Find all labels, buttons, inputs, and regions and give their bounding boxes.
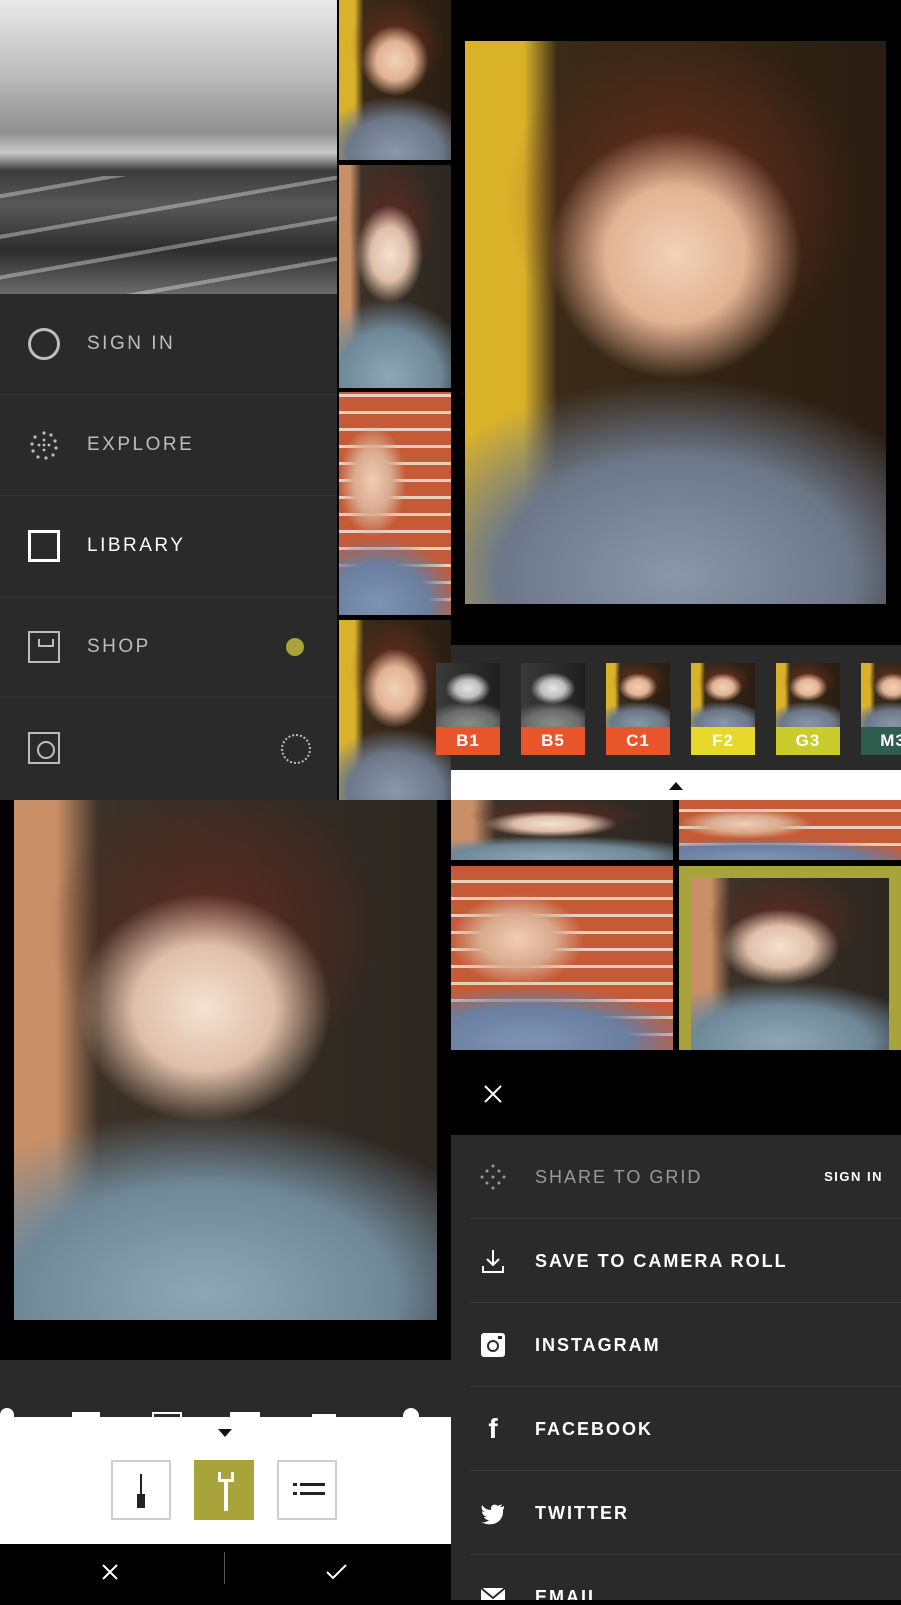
shop-icon (28, 631, 60, 663)
tool-hint-icon (403, 1408, 419, 1417)
filter-b1[interactable]: B1 (436, 663, 500, 755)
editor-photo (14, 800, 437, 1320)
filter-c1[interactable]: C1 (606, 663, 670, 755)
tool-hint-icon (0, 1408, 14, 1417)
cancel-button[interactable] (80, 1544, 140, 1600)
shop-notification-dot (286, 638, 304, 656)
menu-item-camera[interactable] (0, 698, 337, 798)
library-thumbnail[interactable] (339, 165, 451, 388)
grid-thumbnail[interactable] (679, 800, 901, 860)
library-thumbnail[interactable] (339, 620, 451, 800)
explore-dots-icon (28, 429, 60, 461)
filter-thumbnail (521, 663, 585, 727)
filter-code: B1 (436, 727, 500, 755)
filter-m3[interactable]: M3 (861, 663, 901, 755)
loading-ring-icon (281, 734, 311, 764)
grid-thumbnail[interactable] (451, 866, 673, 1050)
side-menu: SIGN IN EXPLORE LIBRARY SHOP (0, 294, 337, 800)
library-thumbnail[interactable] (339, 392, 451, 615)
twitter-icon (479, 1499, 507, 1527)
menu-header-photo (0, 0, 337, 294)
grid-thumbnail (691, 878, 889, 1050)
brush-tool-button[interactable] (111, 1460, 171, 1520)
facebook-row[interactable]: f FACEBOOK (451, 1387, 901, 1471)
filter-b5[interactable]: B5 (521, 663, 585, 755)
share-label: SAVE TO CAMERA ROLL (535, 1251, 788, 1271)
preview-photo (465, 41, 886, 604)
square-icon (28, 530, 60, 562)
grid-thumbnail[interactable] (451, 800, 673, 860)
filter-thumbnail (776, 663, 840, 727)
filter-code: M3 (861, 727, 901, 755)
share-label: EMAIL (535, 1587, 601, 1600)
twitter-row[interactable]: TWITTER (451, 1471, 901, 1555)
sign-in-link[interactable]: SIGN IN (824, 1135, 883, 1219)
filter-thumbnail (691, 663, 755, 727)
editor-action-bar (0, 1544, 451, 1600)
circle-icon (28, 328, 60, 360)
save-to-camera-roll-row[interactable]: SAVE TO CAMERA ROLL (451, 1219, 901, 1303)
tool-hint-icon (312, 1406, 336, 1417)
share-to-grid-row[interactable]: SHARE TO GRID SIGN IN (451, 1135, 901, 1219)
filter-g3[interactable]: G3 (776, 663, 840, 755)
filter-thumbnail (861, 663, 901, 727)
caret-up-icon (669, 782, 683, 790)
download-icon (479, 1247, 507, 1275)
grid-dots-icon (479, 1163, 507, 1191)
menu-item-explore[interactable]: EXPLORE (0, 395, 337, 496)
filter-code: C1 (606, 727, 670, 755)
selected-thumbnail-frame[interactable] (679, 866, 901, 1050)
apply-button[interactable] (306, 1544, 366, 1600)
filter-f2[interactable]: F2 (691, 663, 755, 755)
menu-item-sign-in[interactable]: SIGN IN (0, 294, 337, 395)
filter-thumbnail (436, 663, 500, 727)
library-thumbnail[interactable] (339, 0, 451, 160)
menu-item-label: SIGN IN (87, 333, 176, 354)
email-row[interactable]: EMAIL (451, 1555, 901, 1600)
filter-code: G3 (776, 727, 840, 755)
share-label: FACEBOOK (535, 1419, 654, 1439)
share-sheet-header (451, 1050, 901, 1135)
wrench-icon (218, 1472, 234, 1512)
share-label: TWITTER (535, 1503, 629, 1523)
action-divider (224, 1552, 225, 1584)
adjust-tool-button[interactable] (194, 1460, 254, 1520)
email-icon (479, 1583, 507, 1600)
share-label: INSTAGRAM (535, 1335, 661, 1355)
menu-item-shop[interactable]: SHOP (0, 597, 337, 698)
brush-icon (137, 1474, 145, 1510)
filter-strip: B1 B5 C1 F2 G3 M3 (436, 645, 901, 770)
share-label: SHARE TO GRID (535, 1167, 703, 1187)
instagram-icon (479, 1331, 507, 1359)
close-share-button[interactable] (471, 1072, 515, 1116)
presets-tool-button[interactable] (277, 1460, 337, 1520)
camera-icon (28, 732, 60, 764)
list-icon (293, 1481, 325, 1501)
menu-item-label: EXPLORE (87, 434, 195, 455)
filter-thumbnail (606, 663, 670, 727)
checkmark-icon (326, 1564, 347, 1580)
tool-row (0, 1360, 451, 1417)
caret-down-icon (218, 1429, 232, 1437)
close-icon (484, 1085, 502, 1103)
filter-code: F2 (691, 727, 755, 755)
menu-item-label: SHOP (87, 636, 151, 657)
instagram-row[interactable]: INSTAGRAM (451, 1303, 901, 1387)
filter-code: B5 (521, 727, 585, 755)
facebook-icon: f (488, 1413, 498, 1444)
close-icon (102, 1564, 118, 1580)
menu-item-library[interactable]: LIBRARY (0, 496, 337, 597)
menu-item-label: LIBRARY (87, 535, 186, 556)
filter-drawer-handle[interactable] (451, 770, 901, 800)
